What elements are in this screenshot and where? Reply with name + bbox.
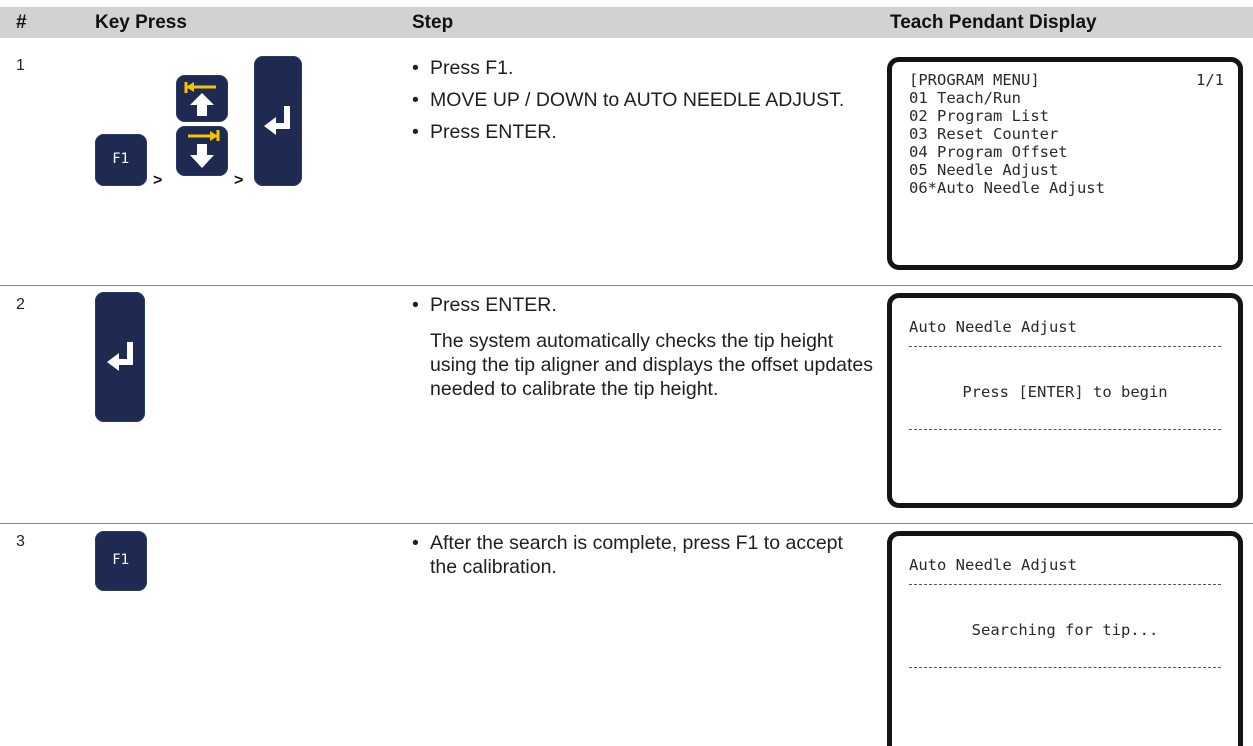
step-bullet: • After the search is complete, press F1 … xyxy=(412,532,843,578)
display-title: [PROGRAM MENU] xyxy=(909,71,1040,89)
header-display: Teach Pendant Display xyxy=(890,12,1097,33)
display-message: Searching for tip... xyxy=(971,621,1159,639)
step-bullet: • Press ENTER. xyxy=(412,294,557,316)
move-down-key xyxy=(176,126,228,176)
display-page: 1/1 xyxy=(1196,71,1224,89)
header-step: Step xyxy=(412,12,454,33)
move-down-arrow-icon xyxy=(188,130,220,168)
step-instructions: • Press ENTER. The system automatically c… xyxy=(412,293,873,401)
enter-arrow-icon xyxy=(264,106,290,135)
pendant-display-auto-needle: Auto Needle Adjust Press [ENTER] to begi… xyxy=(887,293,1243,508)
f1-key: F1 xyxy=(95,531,147,591)
key-separator: > xyxy=(153,172,163,189)
menu-item: 01 Teach/Run xyxy=(909,89,1021,107)
display-divider xyxy=(909,429,1221,430)
pendant-display-program-menu: [PROGRAM MENU] 1/1 01 Teach/Run 02 Progr… xyxy=(887,57,1243,270)
header-number: # xyxy=(16,12,27,33)
step-instructions: • After the search is complete, press F1 … xyxy=(412,531,867,579)
enter-arrow-icon xyxy=(107,342,133,371)
step-bullet: • Press ENTER. xyxy=(412,121,557,143)
enter-key xyxy=(95,292,145,422)
menu-item-selected: 06*Auto Needle Adjust xyxy=(909,179,1105,197)
f1-key-label: F1 xyxy=(112,151,130,167)
step-bullet: • Press F1. xyxy=(412,57,514,79)
display-message: Press [ENTER] to begin xyxy=(962,383,1168,401)
menu-item: 04 Program Offset xyxy=(909,143,1068,161)
step-instructions: • Press F1. • MOVE UP / DOWN to AUTO NEEDL… xyxy=(412,56,852,144)
row-number: 2 xyxy=(16,296,25,313)
menu-item: 02 Program List xyxy=(909,107,1049,125)
row-number: 1 xyxy=(16,57,25,74)
display-title: Auto Needle Adjust xyxy=(909,318,1077,336)
step-description: The system automatically checks the tip … xyxy=(430,330,874,400)
header-key-press: Key Press xyxy=(95,12,187,33)
f1-key: F1 xyxy=(95,134,147,186)
row-divider xyxy=(0,523,1253,524)
row-divider xyxy=(0,285,1253,286)
pendant-display-searching: Auto Needle Adjust Searching for tip... xyxy=(887,531,1243,746)
display-title: Auto Needle Adjust xyxy=(909,556,1077,574)
display-divider xyxy=(909,584,1221,585)
display-divider xyxy=(909,667,1221,668)
display-divider xyxy=(909,346,1221,347)
menu-item: 05 Needle Adjust xyxy=(909,161,1059,179)
move-up-arrow-icon xyxy=(184,82,216,116)
f1-key-label: F1 xyxy=(112,552,130,568)
menu-item: 03 Reset Counter xyxy=(909,125,1059,143)
table-header: # Key Press Step Teach Pendant Display xyxy=(0,7,1253,38)
enter-key xyxy=(254,56,302,186)
move-up-key xyxy=(176,75,228,122)
step-bullet: • MOVE UP / DOWN to AUTO NEEDLE ADJUST. xyxy=(412,89,845,111)
key-separator: > xyxy=(234,172,244,189)
row-number: 3 xyxy=(16,533,25,550)
